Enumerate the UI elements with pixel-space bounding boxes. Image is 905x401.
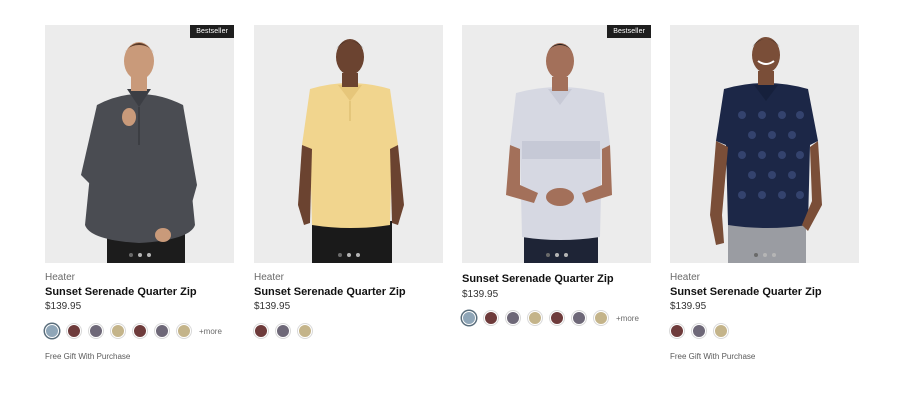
carousel-dot[interactable] <box>346 253 351 257</box>
product-name[interactable]: Sunset Serenade Quarter Zip <box>462 272 651 286</box>
gift-promo-text: Free Gift With Purchase <box>670 352 756 361</box>
product-card[interactable]: Bestseller Heater Sunset Serenade Quarte… <box>45 25 234 361</box>
product-image[interactable] <box>254 25 443 263</box>
carousel-dot[interactable] <box>753 253 758 257</box>
image-carousel-dots[interactable] <box>545 253 568 257</box>
color-swatch[interactable] <box>594 311 608 325</box>
model-photo <box>45 25 234 263</box>
product-price: $139.95 <box>670 301 707 312</box>
product-price: $139.95 <box>254 301 291 312</box>
color-swatch[interactable] <box>155 324 169 338</box>
carousel-dot[interactable] <box>146 253 151 257</box>
color-swatch[interactable] <box>670 324 684 338</box>
image-carousel-dots[interactable] <box>337 253 360 257</box>
color-swatches: +more <box>462 310 651 326</box>
carousel-dot[interactable] <box>137 253 142 257</box>
carousel-dot[interactable] <box>545 253 550 257</box>
product-name[interactable]: Sunset Serenade Quarter Zip <box>254 285 443 299</box>
product-brand: Heater <box>45 272 76 283</box>
model-photo <box>670 25 859 263</box>
carousel-dot[interactable] <box>128 253 133 257</box>
product-image[interactable]: Bestseller <box>462 25 651 263</box>
color-swatch[interactable] <box>111 324 125 338</box>
color-swatch[interactable] <box>133 324 147 338</box>
color-swatches: +more <box>45 323 234 339</box>
color-swatch[interactable] <box>298 324 312 338</box>
color-swatches <box>254 323 443 339</box>
carousel-dot[interactable] <box>762 253 767 257</box>
product-brand: Heater <box>670 272 701 283</box>
bestseller-badge: Bestseller <box>190 25 234 38</box>
color-swatch[interactable] <box>484 311 498 325</box>
product-card[interactable]: Bestseller Sunset Serenade Quarter Zip $… <box>462 25 651 326</box>
more-colors-link[interactable]: +more <box>199 327 222 336</box>
product-price: $139.95 <box>45 301 82 312</box>
product-image[interactable]: Bestseller <box>45 25 234 263</box>
carousel-dot[interactable] <box>771 253 776 257</box>
color-swatch[interactable] <box>550 311 564 325</box>
color-swatch[interactable] <box>506 311 520 325</box>
product-price: $139.95 <box>462 289 499 300</box>
color-swatch[interactable] <box>276 324 290 338</box>
model-photo <box>254 25 443 263</box>
product-brand: Heater <box>254 272 285 283</box>
color-swatches <box>670 323 859 339</box>
color-swatch[interactable] <box>67 324 81 338</box>
image-carousel-dots[interactable] <box>753 253 776 257</box>
image-carousel-dots[interactable] <box>128 253 151 257</box>
product-card[interactable]: Heater Sunset Serenade Quarter Zip $139.… <box>254 25 443 339</box>
color-swatch[interactable] <box>177 324 191 338</box>
product-name[interactable]: Sunset Serenade Quarter Zip <box>670 285 859 299</box>
model-photo <box>462 25 651 263</box>
color-swatch[interactable] <box>89 324 103 338</box>
bestseller-badge: Bestseller <box>607 25 651 38</box>
color-swatch[interactable] <box>714 324 728 338</box>
product-grid: Bestseller Heater Sunset Serenade Quarte… <box>45 25 860 385</box>
product-name[interactable]: Sunset Serenade Quarter Zip <box>45 285 234 299</box>
more-colors-link[interactable]: +more <box>616 314 639 323</box>
carousel-dot[interactable] <box>337 253 342 257</box>
product-card[interactable]: Heater Sunset Serenade Quarter Zip $139.… <box>670 25 859 361</box>
carousel-dot[interactable] <box>563 253 568 257</box>
carousel-dot[interactable] <box>554 253 559 257</box>
color-swatch[interactable] <box>254 324 268 338</box>
color-swatch[interactable] <box>572 311 586 325</box>
color-swatch[interactable] <box>692 324 706 338</box>
gift-promo-text: Free Gift With Purchase <box>45 352 131 361</box>
carousel-dot[interactable] <box>355 253 360 257</box>
product-image[interactable] <box>670 25 859 263</box>
color-swatch[interactable] <box>45 324 59 338</box>
color-swatch[interactable] <box>462 311 476 325</box>
color-swatch[interactable] <box>528 311 542 325</box>
